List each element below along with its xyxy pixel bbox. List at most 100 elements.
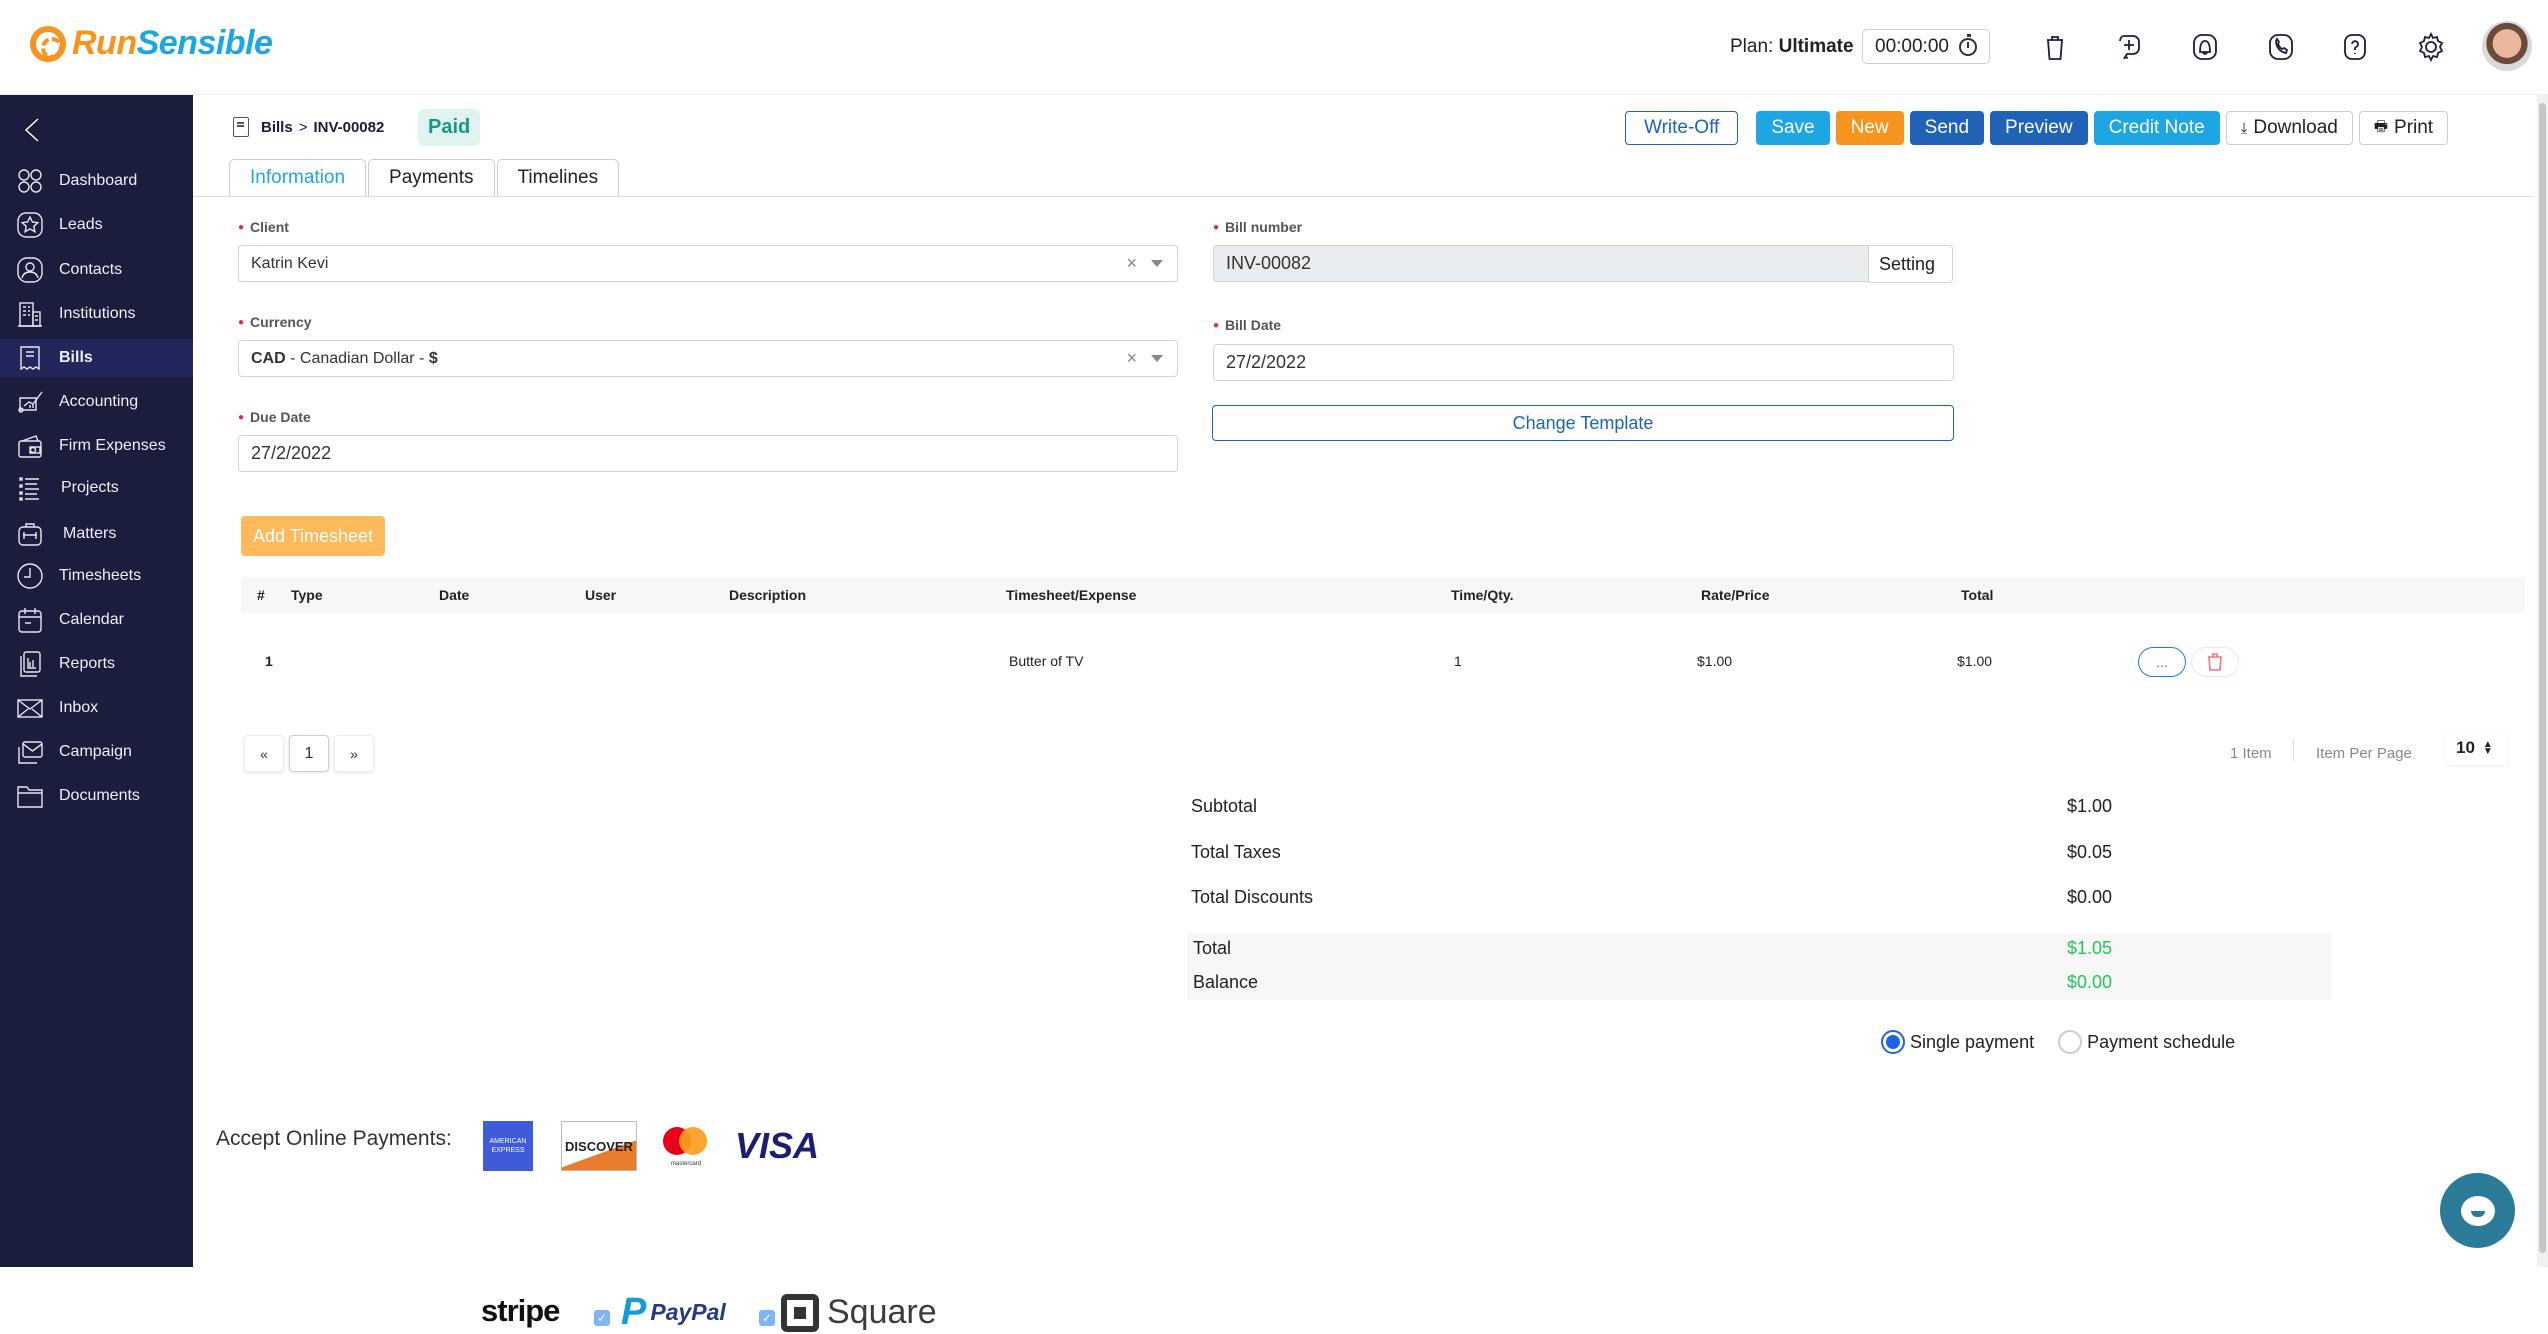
balance-row: Balance $0.00 [1193,972,2336,993]
pagination: « 1 » [244,735,374,772]
sidebar-item-label: Timesheets [59,567,142,584]
column-header-user[interactable]: User [585,577,616,613]
pagination-page-1[interactable]: 1 [289,735,329,772]
payment-schedule-label[interactable]: Payment schedule [2087,1032,2235,1053]
client-value: Katrin Kevi [251,254,329,272]
sidebar-item-bills[interactable]: Bills [0,339,193,377]
download-button[interactable]: ⤓ Download [2225,111,2353,145]
clear-currency-icon[interactable]: × [1126,348,1137,369]
chevron-down-icon[interactable] [1151,260,1163,267]
sidebar-item-label: Calendar [59,611,124,628]
total-label: Total [1193,938,1232,958]
save-button[interactable]: Save [1756,111,1830,145]
vertical-scrollbar[interactable] [2537,95,2548,1267]
sidebar-item-firm-expenses[interactable]: Firm Expenses [0,426,193,466]
sidebar-item-dashboard[interactable]: Dashboard [0,161,193,201]
stopwatch-icon[interactable] [1958,33,1977,56]
tab-timelines[interactable]: Timelines [496,159,620,196]
table-header: # Type Date User Description Timesheet/E… [241,577,2525,613]
currency-select[interactable]: CAD - Canadian Dollar - $ × [238,340,1178,377]
items-per-page-select[interactable]: 10 ▲ ▼ [2446,731,2508,765]
single-payment-label[interactable]: Single payment [1910,1032,2034,1053]
sidebar-item-label: Institutions [59,305,136,322]
action-toolbar: Write-Off Save New Send Preview Credit N… [1625,111,2449,145]
square-checkbox[interactable]: ✓ [759,1310,775,1326]
bill-number-setting-button[interactable]: Setting [1868,245,1953,283]
sidebar-item-calendar[interactable]: Calendar [0,600,193,640]
column-header-description[interactable]: Description [729,577,806,613]
credit-note-button[interactable]: Credit Note [2093,111,2220,145]
row-delete-button[interactable] [2191,647,2239,677]
chat-widget-button[interactable] [2440,1173,2515,1248]
chevron-down-icon[interactable] [1151,355,1163,362]
help-icon[interactable] [2336,28,2374,66]
change-template-button[interactable]: Change Template [1212,405,1954,441]
column-header-type[interactable]: Type [291,577,323,613]
mail-icon [15,693,45,723]
subtotal-label: Subtotal [1191,796,1258,816]
paypal-checkbox[interactable]: ✓ [594,1310,610,1326]
status-badge: Paid [418,109,481,146]
plan-value: Ultimate [1778,36,1854,57]
notification-bell-icon[interactable] [2186,28,2224,66]
tab-information[interactable]: Information [229,159,367,196]
tab-payments[interactable]: Payments [368,159,495,196]
scrollbar-thumb[interactable] [2539,103,2546,1253]
main-content: Bills > INV-00082 Paid Write-Off Save Ne… [193,95,2533,1333]
sort-arrows-icon: ▲ ▼ [2482,739,2493,757]
chat-bubble-icon [2460,1195,2495,1226]
due-date-label: ● Due Date [238,409,311,425]
column-header-rate-price[interactable]: Rate/Price [1701,577,1769,613]
sidebar-item-matters[interactable]: Matters [0,514,193,554]
collapse-sidebar-chevron-left-icon[interactable] [20,115,44,145]
user-avatar[interactable] [2482,21,2532,71]
print-button[interactable]: 🖶 Print [2358,111,2449,145]
due-date-input[interactable]: 27/2/2022 [238,435,1178,472]
send-button[interactable]: Send [1909,111,1985,145]
sidebar-item-timesheets[interactable]: Timesheets [0,556,193,596]
subtotal-value: $1.00 [2067,796,2113,816]
row-more-options-button[interactable]: ... [2138,647,2186,677]
timer-widget[interactable]: 00:00:00 [1862,29,1990,64]
column-header-date[interactable]: Date [439,577,469,613]
sidebar-item-label: Dashboard [59,172,138,189]
sidebar-item-campaign[interactable]: Campaign [0,732,193,772]
runsensible-logo[interactable]: RunSensible [30,24,273,63]
sidebar-item-reports[interactable]: Reports [0,644,193,684]
sidebar-item-inbox[interactable]: Inbox [0,688,193,728]
column-header-number: # [257,587,265,603]
sidebar-item-label: Firm Expenses [59,437,166,454]
plan-label: Plan: [1730,36,1774,57]
phone-icon[interactable] [2262,28,2300,66]
trash-icon [2208,653,2222,671]
download-icon: ⤓ [2240,119,2248,137]
bill-number-input: INV-00082 [1213,245,1876,282]
pagination-next-button[interactable]: » [334,735,374,772]
breadcrumb-bills-link[interactable]: Bills [261,119,293,136]
column-header-timesheet-expense[interactable]: Timesheet/Expense [1006,577,1136,613]
clear-client-icon[interactable]: × [1126,253,1137,274]
column-header-total[interactable]: Total [1961,577,1993,613]
new-button[interactable]: New [1835,111,1904,145]
sidebar-item-contacts[interactable]: Contacts [0,250,193,290]
bill-date-input[interactable]: 27/2/2022 [1213,344,1954,381]
add-timesheet-button[interactable]: Add Timesheet [241,516,386,556]
pagination-prev-button[interactable]: « [244,735,284,772]
settings-gear-icon[interactable] [2412,28,2450,66]
add-task-icon[interactable] [2110,28,2148,66]
sidebar-item-leads[interactable]: Leads [0,205,193,245]
trash-icon[interactable] [2036,28,2074,66]
total-row: Total $1.05 [1193,938,2336,959]
payment-schedule-radio[interactable] [2058,1030,2083,1054]
sidebar-item-accounting[interactable]: Accounting [0,382,193,422]
sidebar-item-institutions[interactable]: Institutions [0,294,193,334]
client-select[interactable]: Katrin Kevi × [238,245,1178,282]
square-logo: Square [781,1293,937,1332]
breadcrumb-current: INV-00082 [313,118,385,136]
column-header-time-qty[interactable]: Time/Qty. [1451,577,1514,613]
single-payment-radio[interactable] [1881,1030,1905,1054]
write-off-button[interactable]: Write-Off [1625,111,1739,145]
preview-button[interactable]: Preview [1990,111,2088,145]
sidebar-item-projects[interactable]: Projects [0,468,193,508]
sidebar-item-documents[interactable]: Documents [0,776,193,816]
